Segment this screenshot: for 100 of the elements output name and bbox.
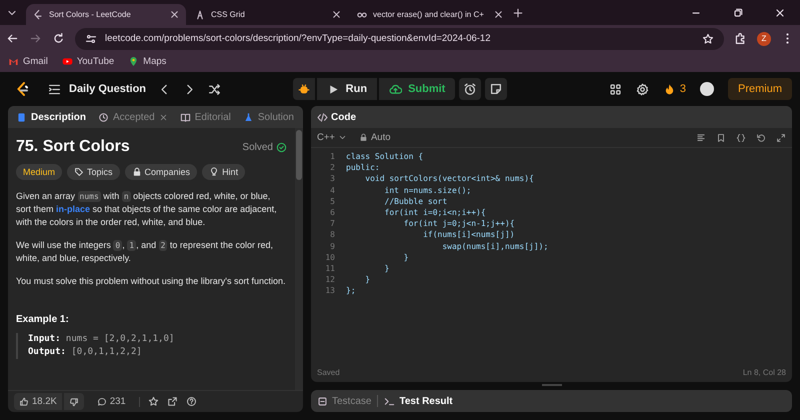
braces-icon[interactable] — [736, 132, 746, 142]
premium-button[interactable]: Premium — [728, 78, 792, 100]
daily-question-button[interactable]: Daily Question — [48, 82, 146, 96]
hint-button[interactable]: Hint — [202, 164, 246, 180]
list-icon — [48, 82, 61, 96]
line-number: 7 — [329, 219, 335, 228]
favicon-icon — [194, 8, 206, 20]
close-icon[interactable] — [774, 7, 786, 19]
problem-title: 75. Sort Colors — [16, 138, 130, 156]
code-line: //Bubble sort — [384, 196, 448, 206]
line-number: 6 — [329, 208, 335, 218]
comments-button[interactable]: 231 — [92, 393, 131, 410]
auto-mode-label: Auto — [358, 132, 391, 143]
extensions-icon[interactable] — [734, 32, 747, 45]
close-icon[interactable] — [331, 9, 342, 20]
map-pin-icon — [128, 56, 140, 66]
line-number: 11 — [324, 264, 335, 273]
companies-button[interactable]: Companies — [124, 164, 198, 180]
code-tab[interactable]: Code — [317, 112, 356, 122]
check-circle-icon — [276, 142, 287, 152]
description-text: We will use the integers 0 , 1 , and 2 to represent the color red, white, and blue, respectively. — [16, 239, 274, 265]
run-button[interactable]: Run — [316, 78, 378, 100]
cloud-upload-icon — [389, 82, 402, 96]
expand-icon[interactable] — [776, 132, 786, 142]
line-number: 2 — [329, 163, 335, 172]
bookmark-link[interactable]: Maps — [128, 56, 166, 66]
console-tab[interactable]: Test Result — [384, 396, 453, 406]
new-tab-icon[interactable] — [512, 7, 524, 19]
restore-icon[interactable] — [732, 7, 744, 19]
bookmark-link[interactable]: Gmail — [8, 56, 48, 66]
format-lines-icon[interactable] — [696, 132, 706, 142]
thumbs-up-icon — [19, 396, 29, 406]
tag-icon — [74, 167, 84, 177]
thumbs-down-icon — [68, 396, 79, 406]
line-number: 3 — [329, 174, 335, 184]
close-icon[interactable] — [493, 9, 504, 20]
code-line: for(int j=0;j<n-1;j++){ — [402, 219, 515, 228]
forward-arrow-icon[interactable] — [29, 32, 42, 45]
streak-counter[interactable]: 3 — [662, 82, 686, 96]
comment-icon — [96, 396, 107, 406]
flask-icon — [242, 112, 254, 122]
example-heading: Example 1: — [16, 314, 70, 325]
example-line: Input: nums = [2,0,2,1,1,0] — [28, 333, 176, 346]
alarm-clock-icon[interactable] — [459, 78, 482, 100]
console-tab[interactable]: Testcase — [317, 396, 372, 406]
code-line: for(int i=0;i<n;i++){ — [384, 208, 486, 218]
terminal-icon — [384, 396, 396, 406]
play-icon — [62, 56, 73, 66]
like-button[interactable]: 18.2K — [14, 393, 62, 410]
line-number: 13 — [324, 286, 335, 296]
note-icon[interactable] — [485, 78, 508, 100]
browser-tab[interactable]: Sort Colors - LeetCode — [26, 4, 186, 25]
panel-tab[interactable]: Solution — [242, 112, 294, 122]
bookmark-star-icon[interactable] — [702, 32, 714, 44]
file-icon — [16, 112, 27, 122]
in-place-link[interactable]: in-place — [56, 204, 90, 214]
favicon-icon — [32, 8, 44, 20]
bookmark-icon[interactable] — [716, 132, 726, 142]
close-icon[interactable] — [169, 9, 180, 20]
user-avatar[interactable] — [700, 82, 714, 96]
panel-tab[interactable]: Description — [16, 112, 86, 122]
code-icon — [317, 112, 328, 122]
share-icon[interactable] — [166, 396, 178, 407]
address-bar[interactable]: leetcode.com/problems/sort-colors/description/?envType=daily-question&envId=2024-06-12 — [75, 28, 724, 50]
code-line: int n=nums.size(); — [384, 186, 472, 195]
checkbox-icon — [317, 396, 328, 406]
lock-icon — [358, 133, 368, 142]
save-status: Saved — [317, 368, 340, 376]
difficulty-badge: Medium — [16, 164, 62, 180]
dislike-button[interactable] — [62, 393, 84, 410]
panel-tab[interactable]: Accepted — [98, 112, 155, 122]
layout-grid-icon[interactable] — [608, 82, 622, 96]
browser-tab[interactable]: vector erase() and clear() in C+ — [350, 4, 510, 25]
lock-icon — [132, 167, 142, 177]
star-icon[interactable] — [148, 396, 159, 407]
example-line: Output: [0,0,1,1,2,2] — [28, 346, 143, 359]
code-line: if(nums[i]<nums[j]) — [422, 230, 515, 240]
browser-tab[interactable]: CSS Grid — [188, 4, 348, 25]
lightbulb-icon — [209, 167, 220, 177]
language-dropdown[interactable]: C++ — [317, 132, 347, 143]
back-arrow-icon[interactable] — [6, 32, 19, 45]
line-number: 5 — [329, 196, 335, 206]
site-settings-icon[interactable] — [85, 32, 97, 44]
code-line: } — [384, 264, 390, 273]
submit-button[interactable]: Submit — [379, 78, 456, 100]
profile-avatar[interactable]: Z — [757, 32, 771, 46]
scrollbar-thumb[interactable] — [296, 130, 302, 180]
help-icon[interactable] — [186, 396, 197, 407]
topics-button[interactable]: Topics — [67, 164, 120, 180]
history-icon — [98, 112, 110, 122]
reload-icon[interactable] — [52, 32, 65, 45]
panel-tab[interactable]: Editorial — [180, 112, 231, 122]
undo-icon[interactable] — [756, 132, 766, 142]
debug-icon[interactable] — [292, 78, 315, 100]
bookmark-link[interactable]: YouTube — [62, 56, 114, 66]
shuffle-icon[interactable] — [208, 82, 222, 96]
description-text: You must solve this problem without using the library's sort function. — [16, 275, 287, 288]
settings-icon[interactable] — [636, 82, 649, 96]
line-number: 8 — [329, 230, 335, 240]
code-line: public: — [346, 163, 380, 172]
